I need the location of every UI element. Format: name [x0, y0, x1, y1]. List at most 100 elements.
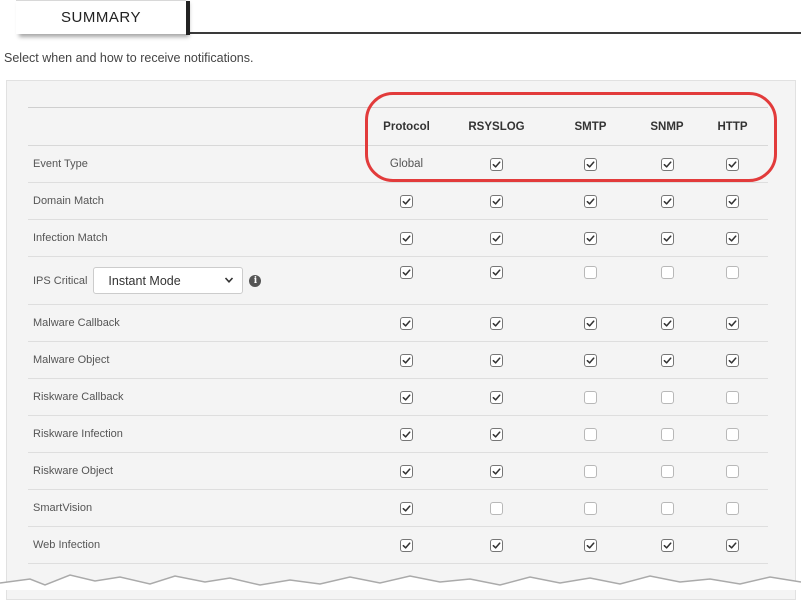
web-infection-rsyslog-checkbox[interactable] — [490, 538, 503, 552]
ips-critical-smtp-checkbox[interactable] — [584, 266, 597, 279]
column-header-http: HTTP — [717, 120, 748, 133]
riskware-object-smtp-checkbox[interactable] — [584, 464, 597, 478]
row-label-cell: Malware Object — [28, 354, 364, 366]
riskware-callback-protocol-checkbox[interactable] — [400, 390, 413, 404]
table-row: Malware Object — [28, 342, 768, 379]
domain-match-rsyslog-checkbox[interactable] — [490, 194, 503, 208]
ips-critical-protocol-checkbox[interactable] — [400, 266, 413, 279]
domain-match-protocol-checkbox[interactable] — [400, 194, 413, 208]
row-label: IPS Critical — [33, 274, 88, 287]
row-label-cell: IPS Critical Instant Mode i — [28, 267, 364, 294]
row-label: Web Infection — [33, 539, 101, 551]
row-label: Malware Object — [33, 354, 110, 366]
table-row: Malware Callback — [28, 305, 768, 342]
page-subtitle: Select when and how to receive notificat… — [4, 51, 254, 65]
smartvision-rsyslog-checkbox[interactable] — [490, 501, 503, 515]
event-type-label: Event Type — [33, 158, 88, 170]
mode-select[interactable]: Instant Mode — [93, 267, 244, 294]
malware-object-snmp-checkbox[interactable] — [660, 353, 674, 367]
riskware-callback-smtp-checkbox[interactable] — [584, 390, 597, 404]
row-label-cell: SmartVision — [28, 502, 364, 514]
malware-callback-smtp-checkbox[interactable] — [584, 316, 597, 330]
row-label-cell: Web Infection — [28, 539, 364, 551]
event-type-row: Event Type Global — [28, 146, 768, 183]
global-smtp-checkbox[interactable] — [584, 157, 597, 171]
web-infection-protocol-checkbox[interactable] — [400, 538, 413, 552]
tab-bar: SUMMARY — [0, 0, 801, 35]
malware-object-http-checkbox[interactable] — [726, 353, 739, 367]
malware-callback-protocol-checkbox[interactable] — [400, 316, 413, 330]
smartvision-snmp-checkbox[interactable] — [660, 501, 674, 515]
global-rsyslog-checkbox[interactable] — [490, 157, 503, 171]
row-label-cell: Malware Callback — [28, 317, 364, 329]
riskware-infection-smtp-checkbox[interactable] — [584, 427, 597, 441]
row-label: Riskware Callback — [33, 391, 124, 403]
riskware-infection-rsyslog-checkbox[interactable] — [490, 427, 503, 441]
riskware-callback-rsyslog-checkbox[interactable] — [490, 390, 503, 404]
malware-callback-rsyslog-checkbox[interactable] — [490, 316, 503, 330]
infection-match-rsyslog-checkbox[interactable] — [490, 231, 503, 245]
row-label: SmartVision — [33, 502, 93, 514]
web-infection-smtp-checkbox[interactable] — [584, 538, 597, 552]
smartvision-smtp-checkbox[interactable] — [584, 501, 597, 515]
domain-match-snmp-checkbox[interactable] — [660, 194, 674, 208]
ips-critical-http-checkbox[interactable] — [726, 266, 739, 279]
table-row: Domain Match — [28, 183, 768, 220]
global-http-checkbox[interactable] — [726, 157, 739, 171]
mode-select-value: Instant Mode — [108, 273, 181, 288]
row-label-cell: Riskware Infection — [28, 428, 364, 440]
column-header-protocol: Protocol — [383, 120, 430, 133]
protocol-global-value: Global — [389, 158, 424, 170]
row-label-cell: Domain Match — [28, 195, 364, 207]
row-label: Domain Match — [33, 195, 104, 207]
tab-summary[interactable]: SUMMARY — [16, 0, 190, 35]
row-label-cell: Infection Match — [28, 232, 364, 244]
riskware-object-http-checkbox[interactable] — [726, 464, 739, 478]
row-label: Riskware Infection — [33, 428, 123, 440]
column-header-rsyslog: RSYSLOG — [468, 120, 525, 133]
ips-critical-rsyslog-checkbox[interactable] — [490, 266, 503, 279]
row-label: Riskware Object — [33, 465, 114, 477]
malware-object-protocol-checkbox[interactable] — [400, 353, 413, 367]
table-row: Infection Match — [28, 220, 768, 257]
table-row: Riskware Infection — [28, 416, 768, 453]
chevron-down-icon — [224, 274, 234, 288]
riskware-infection-http-checkbox[interactable] — [726, 427, 739, 441]
table-row: SmartVision — [28, 490, 768, 527]
domain-match-smtp-checkbox[interactable] — [584, 194, 597, 208]
web-infection-http-checkbox[interactable] — [726, 538, 739, 552]
info-icon[interactable]: i — [249, 274, 262, 287]
row-label-cell: Riskware Object — [28, 465, 364, 477]
riskware-object-protocol-checkbox[interactable] — [400, 464, 413, 478]
global-snmp-checkbox[interactable] — [660, 157, 674, 171]
malware-object-rsyslog-checkbox[interactable] — [490, 353, 503, 367]
infection-match-smtp-checkbox[interactable] — [584, 231, 597, 245]
riskware-infection-snmp-checkbox[interactable] — [660, 427, 674, 441]
riskware-callback-snmp-checkbox[interactable] — [660, 390, 674, 404]
smartvision-protocol-checkbox[interactable] — [400, 501, 413, 515]
column-header-snmp: SNMP — [650, 120, 684, 133]
table-header: Protocol RSYSLOG SMTP SNMP HTTP — [28, 108, 768, 146]
malware-callback-http-checkbox[interactable] — [726, 316, 739, 330]
riskware-callback-http-checkbox[interactable] — [726, 390, 739, 404]
malware-callback-snmp-checkbox[interactable] — [660, 316, 674, 330]
riskware-object-snmp-checkbox[interactable] — [660, 464, 674, 478]
ips-critical-snmp-checkbox[interactable] — [660, 266, 674, 279]
row-label: Infection Match — [33, 232, 108, 244]
row-label: Malware Callback — [33, 317, 120, 329]
table-row: Riskware Callback — [28, 379, 768, 416]
domain-match-http-checkbox[interactable] — [726, 194, 739, 208]
notifications-table: Protocol RSYSLOG SMTP SNMP HTTP Event Ty… — [28, 107, 768, 564]
infection-match-http-checkbox[interactable] — [726, 231, 739, 245]
tab-underline — [190, 32, 801, 34]
malware-object-smtp-checkbox[interactable] — [584, 353, 597, 367]
web-infection-snmp-checkbox[interactable] — [660, 538, 674, 552]
column-header-smtp: SMTP — [574, 120, 607, 133]
riskware-object-rsyslog-checkbox[interactable] — [490, 464, 503, 478]
table-row: Riskware Object — [28, 453, 768, 490]
smartvision-http-checkbox[interactable] — [726, 501, 739, 515]
row-label-cell: Riskware Callback — [28, 391, 364, 403]
infection-match-snmp-checkbox[interactable] — [660, 231, 674, 245]
riskware-infection-protocol-checkbox[interactable] — [400, 427, 413, 441]
infection-match-protocol-checkbox[interactable] — [400, 231, 413, 245]
